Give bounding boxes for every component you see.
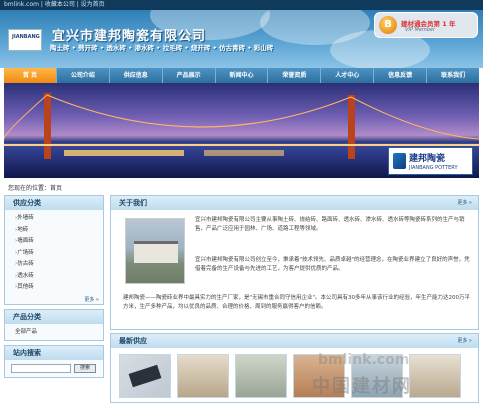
coin-icon: B — [379, 16, 397, 34]
about-paragraph: 宜兴市建邦陶瓷有限公司创立至今，秉承着"技术领先、品质卓越"的经营理念，在陶瓷业… — [195, 257, 470, 272]
supply-item[interactable]: 其他砖 — [15, 282, 103, 294]
site-search-panel: 站内搜索 搜索 — [4, 344, 104, 378]
top-bar-text[interactable]: bmlink.com | 收藏本公司 | 设为首页 — [4, 1, 105, 8]
supply-item[interactable]: 仿古砖 — [15, 259, 103, 271]
nav-supply[interactable]: 供应信息 — [110, 68, 163, 83]
product-keywords: 陶土砖 • 劈开砖 • 透水砖 • 渗水砖 • 拉毛砖 • 烧开砖 • 仿古青砖… — [50, 44, 274, 52]
search-input[interactable] — [11, 363, 71, 373]
company-logo: JIANBANG — [8, 29, 42, 51]
watermark-cn: 中国建材网 — [312, 376, 412, 397]
new-products-more-link[interactable]: 更多 » — [457, 334, 472, 348]
new-products-title-text: 最新供应 — [119, 337, 147, 345]
nav-products[interactable]: 产品展示 — [163, 68, 216, 83]
product-category-panel: 产品分类 全部产品 — [4, 308, 104, 341]
about-paragraph: 建邦陶瓷——陶瓷砖业界中最具实力的生产厂家，是"无锡市重合同守信用企业"。本公司… — [123, 295, 471, 310]
supply-item[interactable]: 广场砖 — [15, 248, 103, 260]
about-paragraph: 宜兴市建邦陶瓷有限公司主要从事陶土砖、烧结砖、路面砖、透水砖、渗水砖、透水砖等陶… — [195, 217, 465, 232]
main-content: 关于我们 更多 » 宜兴市建邦陶瓷有限公司主要从事陶土砖、烧结砖、路面砖、透水砖… — [110, 195, 479, 403]
main-nav: 首 页 公司介绍 供应信息 产品展示 新闻中心 荣誉资质 人才中心 信息反馈 联… — [4, 68, 479, 83]
nav-honors[interactable]: 荣誉资质 — [268, 68, 322, 83]
product-thumbnail[interactable] — [177, 354, 229, 398]
supply-item[interactable]: 地砖 — [15, 225, 103, 237]
new-products-title: 最新供应 更多 » — [111, 334, 478, 348]
member-badge: B 建材通会员第 1 年 VIP Member — [374, 12, 478, 38]
factory-photo — [125, 218, 185, 284]
brand-name-en: JIANBANG POTTERY — [409, 165, 458, 171]
product-thumbnail[interactable] — [409, 354, 461, 398]
supply-item[interactable]: 墙面砖 — [15, 236, 103, 248]
site-search-title: 站内搜索 — [5, 345, 103, 360]
supply-item[interactable]: 透水砖 — [15, 271, 103, 283]
about-more-link[interactable]: 更多 » — [457, 196, 472, 210]
nav-feedback[interactable]: 信息反馈 — [374, 68, 428, 83]
about-section: 关于我们 更多 » 宜兴市建邦陶瓷有限公司主要从事陶土砖、烧结砖、路面砖、透水砖… — [110, 195, 479, 330]
banner-image: 建邦陶瓷 JIANBANG POTTERY — [4, 83, 479, 178]
about-title: 关于我们 更多 » — [111, 196, 478, 210]
top-bar: bmlink.com | 收藏本公司 | 设为首页 — [0, 0, 483, 10]
product-category-title: 产品分类 — [5, 309, 103, 324]
site-header: JIANBANG 宜兴市建邦陶瓷有限公司 陶土砖 • 劈开砖 • 透水砖 • 渗… — [0, 10, 483, 68]
nav-contact[interactable]: 联系我们 — [427, 68, 479, 83]
supply-category-panel: 供应分类 外墙砖 地砖 墙面砖 广场砖 仿古砖 透水砖 其他砖 更多 » — [4, 195, 104, 305]
search-button[interactable]: 搜索 — [74, 363, 96, 373]
supply-category-title: 供应分类 — [5, 196, 103, 210]
watermark-en: bmlink.com — [318, 352, 410, 368]
new-products-section: 最新供应 更多 » — [110, 333, 479, 403]
brand-logo: 建邦陶瓷 JIANBANG POTTERY — [388, 147, 473, 175]
nav-home[interactable]: 首 页 — [4, 68, 57, 83]
supply-item[interactable]: 外墙砖 — [15, 213, 103, 225]
all-products-link[interactable]: 全部产品 — [5, 324, 103, 340]
nav-jobs[interactable]: 人才中心 — [321, 68, 375, 83]
product-thumbnail[interactable] — [119, 354, 171, 398]
member-badge-sub: VIP Member — [405, 27, 436, 33]
about-title-text: 关于我们 — [119, 199, 147, 207]
nav-company[interactable]: 公司介绍 — [57, 68, 110, 83]
nav-news[interactable]: 新闻中心 — [216, 68, 269, 83]
supply-more-link[interactable]: 更多 » — [5, 296, 103, 304]
brand-name: 建邦陶瓷 — [409, 154, 446, 164]
left-sidebar: 供应分类 外墙砖 地砖 墙面砖 广场砖 仿古砖 透水砖 其他砖 更多 » 产品分… — [4, 195, 104, 382]
product-thumbnail[interactable] — [235, 354, 287, 398]
brand-mark-icon — [393, 153, 406, 169]
breadcrumb: 您现在的位置：首页 — [8, 185, 63, 192]
